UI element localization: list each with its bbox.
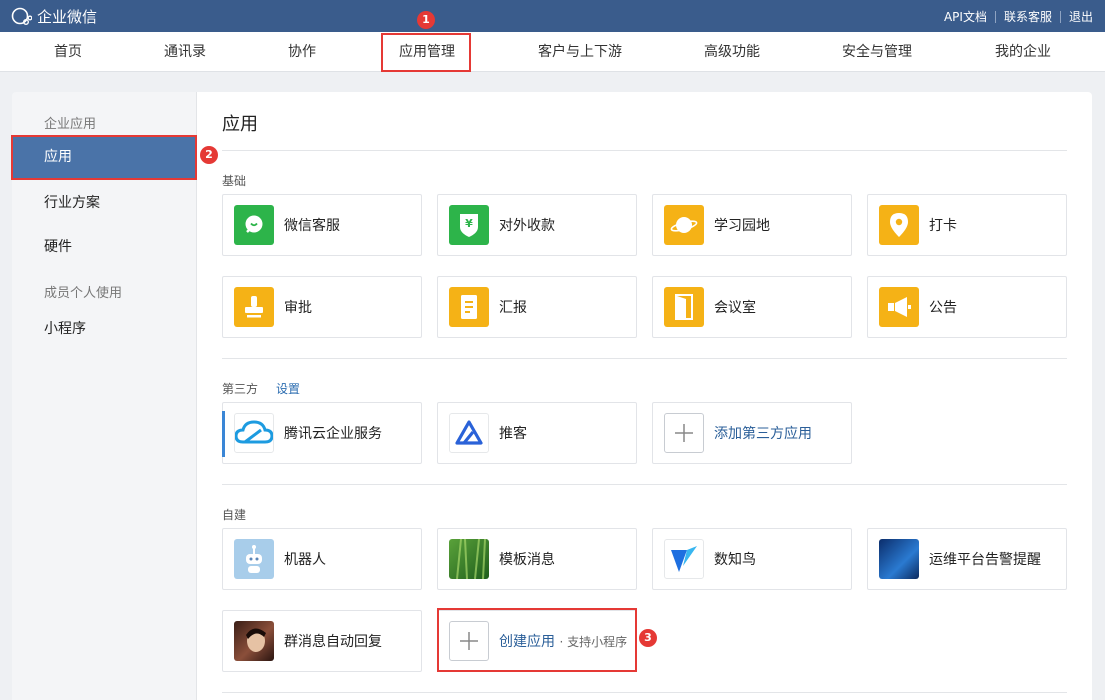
app-card-learning[interactable]: 学习园地 [652, 194, 852, 256]
app-name: 学习园地 [714, 218, 770, 234]
app-name: 微信客服 [284, 218, 340, 234]
accent-bar [222, 411, 225, 457]
avatar-image-icon [234, 621, 274, 661]
create-app-subtext: · 支持小程序 [559, 635, 628, 649]
app-card-ops-alert[interactable]: 运维平台告警提醒 [867, 528, 1067, 590]
create-app-label: 创建应用 · 支持小程序 [499, 611, 627, 673]
app-name: 汇报 [499, 300, 527, 316]
sidebar-item-industry[interactable]: 行业方案 [44, 192, 100, 212]
app-name: 公告 [929, 300, 957, 316]
tuike-logo-icon [449, 413, 489, 453]
app-name: 数知鸟 [714, 552, 756, 568]
wechat-service-icon [234, 205, 274, 245]
sidebar-group-personal: 成员个人使用 [44, 286, 123, 301]
shuzhiniao-logo-icon [664, 539, 704, 579]
app-card-checkin[interactable]: 打卡 [867, 194, 1067, 256]
divider [1059, 10, 1061, 23]
door-icon [664, 287, 704, 327]
section-label-third-party: 第三方 [222, 382, 259, 396]
app-card-report[interactable]: 汇报 [437, 276, 637, 338]
app-name: 推客 [499, 426, 527, 442]
add-third-party-app-button[interactable]: 添加第三方应用 [652, 402, 852, 464]
main-nav: 首页 通讯录 协作 应用管理 客户与上下游 高级功能 安全与管理 我的企业 [0, 32, 1105, 72]
svg-text:¥: ¥ [465, 217, 473, 230]
app-name: 模板消息 [499, 552, 555, 568]
planet-icon [664, 205, 704, 245]
app-name: 群消息自动回复 [284, 634, 382, 650]
main-panel: 应用 基础 微信客服 ¥ 对外收款 学习园地 打卡 审批 汇报 会议室 公告 第… [197, 92, 1092, 700]
bamboo-image-icon [449, 539, 489, 579]
app-card-meeting-room[interactable]: 会议室 [652, 276, 852, 338]
app-card-wechat-service[interactable]: 微信客服 [222, 194, 422, 256]
app-card-tencent-cloud[interactable]: 腾讯云企业服务 [222, 402, 422, 464]
sidebar-item-miniprogram[interactable]: 小程序 [44, 318, 86, 338]
create-app-text: 创建应用 [499, 634, 555, 650]
app-card-shuzhiniao[interactable]: 数知鸟 [652, 528, 852, 590]
sidebar-item-apps[interactable]: 应用 [12, 136, 197, 179]
tab-contacts[interactable]: 通讯录 [164, 32, 206, 72]
app-name: 审批 [284, 300, 312, 316]
app-card-payment[interactable]: ¥ 对外收款 [437, 194, 637, 256]
app-name: 会议室 [714, 300, 756, 316]
sidebar-item-hardware[interactable]: 硬件 [44, 236, 72, 256]
megaphone-icon [879, 287, 919, 327]
step-badge-2: 2 [200, 146, 218, 164]
top-links: API文档 联系客服 退出 [944, 8, 1093, 25]
create-app-button[interactable]: 创建应用 · 支持小程序 [437, 610, 637, 672]
brand-name: 企业微信 [37, 8, 98, 26]
divider [994, 10, 996, 23]
divider [222, 358, 1067, 359]
section-label-basic: 基础 [222, 174, 247, 188]
step-badge-3: 3 [639, 629, 657, 647]
divider [222, 692, 1067, 693]
payment-shield-icon: ¥ [449, 205, 489, 245]
step-badge-1: 1 [417, 11, 435, 29]
third-party-settings-link[interactable]: 设置 [276, 380, 300, 397]
divider [222, 150, 1067, 151]
contact-support-link[interactable]: 联系客服 [1004, 8, 1052, 25]
page-title: 应用 [222, 114, 258, 135]
app-card-tuike[interactable]: 推客 [437, 402, 637, 464]
plus-icon [664, 413, 704, 453]
api-docs-link[interactable]: API文档 [944, 8, 987, 25]
app-card-approval[interactable]: 审批 [222, 276, 422, 338]
tab-app-management[interactable]: 应用管理 [399, 32, 455, 72]
app-name: 对外收款 [499, 218, 555, 234]
divider [222, 484, 1067, 485]
top-bar: 企业微信 API文档 联系客服 退出 [0, 0, 1105, 32]
brand[interactable]: 企业微信 [10, 6, 97, 27]
ops-alert-image-icon [879, 539, 919, 579]
tab-my-company[interactable]: 我的企业 [995, 32, 1051, 72]
sidebar-group-enterprise-apps: 企业应用 [44, 117, 97, 132]
logout-link[interactable]: 退出 [1069, 8, 1093, 25]
tab-home[interactable]: 首页 [54, 32, 82, 72]
location-pin-icon [879, 205, 919, 245]
tab-collaboration[interactable]: 协作 [288, 32, 316, 72]
app-name: 运维平台告警提醒 [929, 552, 1041, 568]
app-card-group-auto-reply[interactable]: 群消息自动回复 [222, 610, 422, 672]
app-card-robot[interactable]: 机器人 [222, 528, 422, 590]
add-third-party-label: 添加第三方应用 [714, 426, 812, 442]
app-name: 腾讯云企业服务 [284, 426, 382, 442]
app-name: 机器人 [284, 552, 326, 568]
tab-advanced[interactable]: 高级功能 [704, 32, 760, 72]
robot-icon [234, 539, 274, 579]
tencent-cloud-icon [234, 413, 274, 453]
stamp-icon [234, 287, 274, 327]
tab-customers[interactable]: 客户与上下游 [538, 32, 622, 72]
tab-security[interactable]: 安全与管理 [842, 32, 912, 72]
plus-icon [449, 621, 489, 661]
report-document-icon [449, 287, 489, 327]
section-label-custom: 自建 [222, 508, 247, 522]
sidebar: 企业应用 应用 行业方案 硬件 成员个人使用 小程序 [12, 92, 197, 700]
app-name: 打卡 [929, 218, 957, 234]
app-card-announcement[interactable]: 公告 [867, 276, 1067, 338]
app-card-template-message[interactable]: 模板消息 [437, 528, 637, 590]
wecom-logo-icon [11, 7, 32, 25]
